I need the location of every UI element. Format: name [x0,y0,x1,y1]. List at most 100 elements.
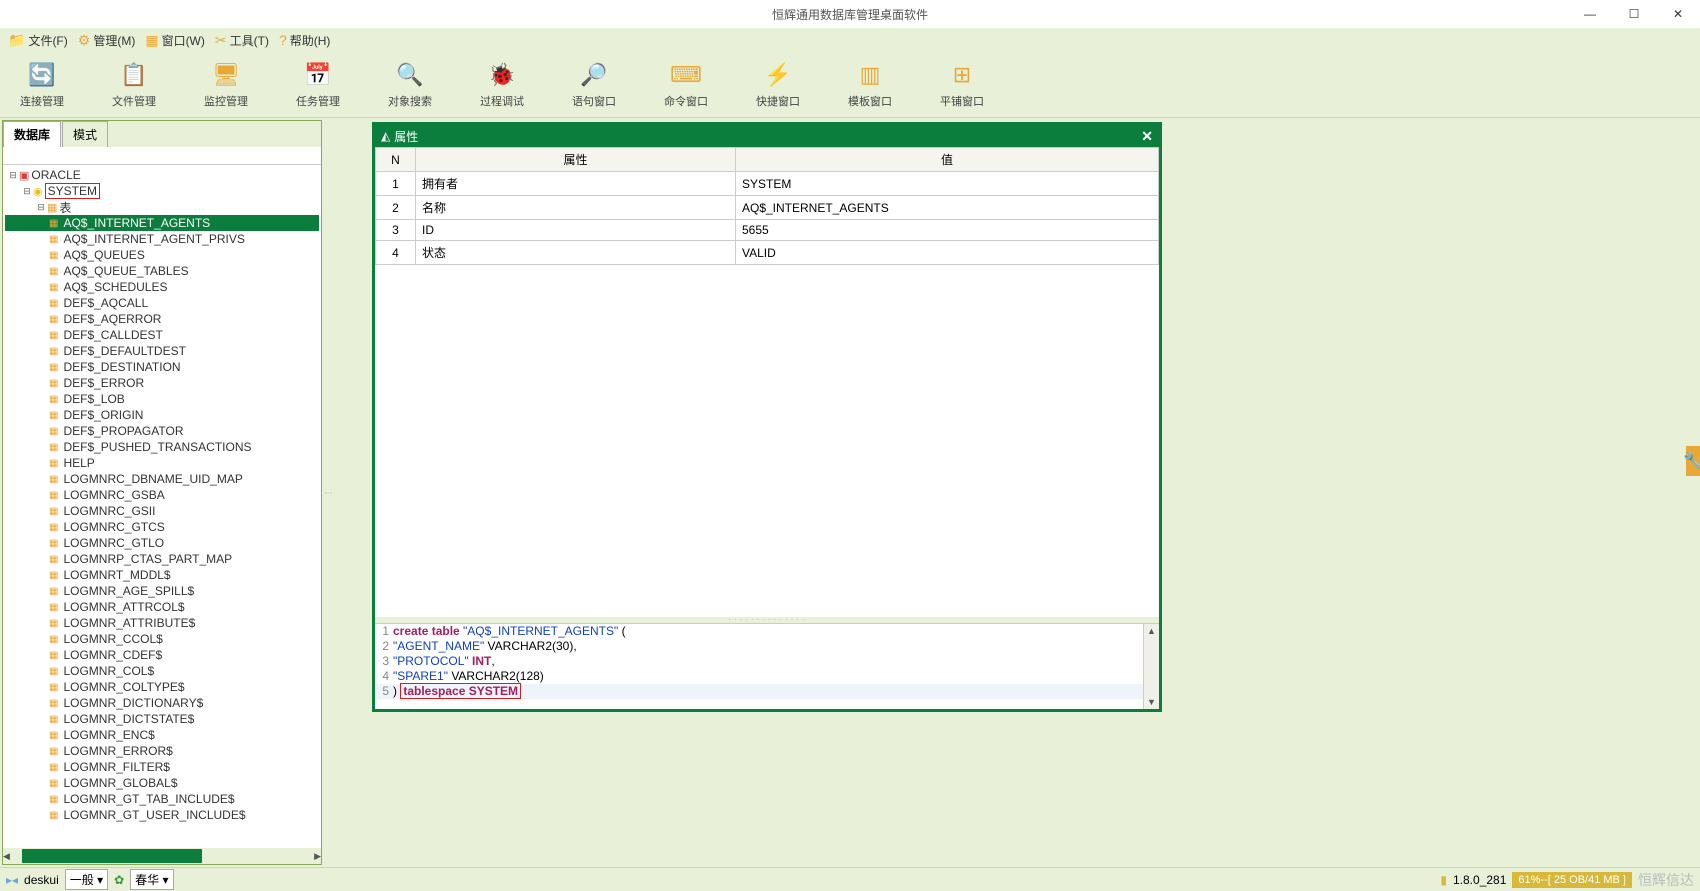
close-button[interactable]: ✕ [1656,0,1700,28]
tree-row[interactable]: ▦AQ$_QUEUES [5,247,319,263]
tool-5[interactable]: 🐞 过程调试 [480,61,524,109]
tool-label: 监控管理 [204,93,248,109]
tree-row[interactable]: ▦DEF$_LOB [5,391,319,407]
menu-3[interactable]: ✂工具(T) [215,32,269,49]
tree-row[interactable]: ▦LOGMNRC_DBNAME_UID_MAP [5,471,319,487]
tree-row[interactable]: ⊟▣ORACLE [5,167,319,183]
tree-row[interactable]: ▦LOGMNRC_GTLO [5,535,319,551]
tree-row[interactable]: ▦LOGMNR_AGE_SPILL$ [5,583,319,599]
maximize-button[interactable]: ☐ [1612,0,1656,28]
tree-row[interactable]: ▦LOGMNR_CDEF$ [5,647,319,663]
tree-row[interactable]: ▦AQ$_SCHEDULES [5,279,319,295]
tree-row[interactable]: ▦LOGMNR_COL$ [5,663,319,679]
sql-preview[interactable]: 1create table "AQ$_INTERNET_AGENTS" ( 2"… [375,623,1159,709]
tool-label: 过程调试 [480,93,524,109]
tree-row[interactable]: ▦DEF$_CALLDEST [5,327,319,343]
tree-horizontal-scrollbar[interactable]: ◀ ▶ [3,848,321,864]
tree-row[interactable]: ▦DEF$_AQCALL [5,295,319,311]
tree-row[interactable]: ▦AQ$_QUEUE_TABLES [5,263,319,279]
tab-schema[interactable]: 模式 [62,121,108,147]
menu-icon: ⚙ [78,32,91,49]
object-tree[interactable]: ⊟▣ORACLE⊟◉ SYSTEM ⊟▦表▦AQ$_INTERNET_AGENT… [3,165,321,848]
tree-row[interactable]: ▦LOGMNRC_GSBA [5,487,319,503]
tree-row[interactable]: ▦LOGMNR_ENC$ [5,727,319,743]
tool-label: 语句窗口 [572,93,616,109]
tree-row[interactable]: ▦LOGMNR_COLTYPE$ [5,679,319,695]
tree-row[interactable]: ▦LOGMNR_GT_TAB_INCLUDE$ [5,791,319,807]
status-memory: 61%--[ 25 OB/41 MB ] [1512,872,1632,888]
col-value[interactable]: 值 [736,148,1159,172]
tool-10[interactable]: ⊞平铺窗口 [940,61,984,109]
tool-label: 对象搜索 [388,93,432,109]
scrollbar-thumb[interactable] [22,849,202,863]
tree-row[interactable]: ▦DEF$_DEFAULTDEST [5,343,319,359]
tool-icon: 🐞 [488,61,515,89]
tree-row[interactable]: ▦HELP [5,455,319,471]
toolbar: 🔄连接管理 📋文件管理 🖥监控管理 📅任务管理 🔍对象搜索 🐞 过程调试 🔎语句窗口 ⌨命令窗口… [0,52,1700,118]
menu-0[interactable]: 📁文件(F) [8,32,68,49]
battery-icon: ▮ [1440,873,1447,887]
tree-row[interactable]: ▦DEF$_ERROR [5,375,319,391]
property-row[interactable]: 3ID5655 [376,220,1159,241]
tree-row[interactable]: ⊟◉ SYSTEM [5,183,319,199]
vertical-splitter[interactable]: ⋮ [324,118,332,867]
menu-1[interactable]: ⚙管理(M) [78,32,136,49]
tree-row[interactable]: ▦DEF$_ORIGIN [5,407,319,423]
tree-row[interactable]: ▦LOGMNR_CCOL$ [5,631,319,647]
properties-grid[interactable]: N 属性 值 1拥有者SYSTEM2名称AQ$_INTERNET_AGENTS3… [375,147,1159,617]
sql-scrollbar[interactable]: ▲▼ [1143,624,1159,709]
status-version: 1.8.0_281 [1453,873,1506,887]
tool-label: 平铺窗口 [940,93,984,109]
tab-database[interactable]: 数据库 [3,121,61,147]
tree-row[interactable]: ▦LOGMNRP_CTAS_PART_MAP [5,551,319,567]
tool-7[interactable]: ⌨命令窗口 [664,61,708,109]
tool-4[interactable]: 🔍对象搜索 [388,61,432,109]
col-n[interactable]: N [376,148,416,172]
tree-row[interactable]: ▦LOGMNR_ATTRCOL$ [5,599,319,615]
properties-title-bar[interactable]: ◭ 属性 ✕ [375,125,1159,147]
tool-6[interactable]: 🔎语句窗口 [572,61,616,109]
menu-2[interactable]: ▦窗口(W) [145,32,205,49]
tree-filter[interactable] [3,147,321,165]
tree-row[interactable]: ▦AQ$_INTERNET_AGENTS [5,215,319,231]
tree-row[interactable]: ▦LOGMNR_DICTIONARY$ [5,695,319,711]
properties-window: ◭ 属性 ✕ N 属性 值 1拥有者SYSTEM2名称AQ$_INTERNET_… [372,122,1162,712]
tool-label: 任务管理 [296,93,340,109]
tree-row[interactable]: ▦LOGMNRC_GSII [5,503,319,519]
menu-icon: ▦ [145,32,158,49]
tree-row[interactable]: ▦AQ$_INTERNET_AGENT_PRIVS [5,231,319,247]
tree-row[interactable]: ⊟▦表 [5,199,319,215]
tree-row[interactable]: ▦LOGMNR_FILTER$ [5,759,319,775]
tool-1[interactable]: 📋文件管理 [112,61,156,109]
tool-icon: ⚡ [764,61,791,89]
tree-row[interactable]: ▦DEF$_AQERROR [5,311,319,327]
tree-row[interactable]: ▦LOGMNR_ATTRIBUTE$ [5,615,319,631]
left-panel: 数据库 模式 ⊟▣ORACLE⊟◉ SYSTEM ⊟▦表▦AQ$_INTERNE… [2,120,322,865]
menu-4[interactable]: ?帮助(H) [279,32,330,49]
status-level-select[interactable]: 一般 ▾ [65,869,108,890]
tree-row[interactable]: ▦LOGMNR_ERROR$ [5,743,319,759]
tool-0[interactable]: 🔄连接管理 [20,61,64,109]
tree-row[interactable]: ▦DEF$_PROPAGATOR [5,423,319,439]
tree-row[interactable]: ▦LOGMNRC_GTCS [5,519,319,535]
tool-8[interactable]: ⚡快捷窗口 [756,61,800,109]
property-row[interactable]: 4状态VALID [376,241,1159,265]
tool-3[interactable]: 📅任务管理 [296,61,340,109]
tool-9[interactable]: ▥模板窗口 [848,61,892,109]
tree-row[interactable]: ▦LOGMNR_DICTSTATE$ [5,711,319,727]
property-row[interactable]: 2名称AQ$_INTERNET_AGENTS [376,196,1159,220]
col-key[interactable]: 属性 [416,148,736,172]
tree-row[interactable]: ▦LOGMNR_GT_USER_INCLUDE$ [5,807,319,823]
tree-row[interactable]: ▦DEF$_PUSHED_TRANSACTIONS [5,439,319,455]
properties-close-button[interactable]: ✕ [1141,128,1153,145]
property-row[interactable]: 1拥有者SYSTEM [376,172,1159,196]
menu-label: 帮助(H) [290,32,331,49]
tree-row[interactable]: ▦DEF$_DESTINATION [5,359,319,375]
side-panel-handle[interactable]: 🔧 [1686,446,1700,476]
minimize-button[interactable]: — [1568,0,1612,28]
status-theme-select[interactable]: 春华 ▾ [130,869,173,890]
tool-2[interactable]: 🖥监控管理 [204,61,248,109]
tool-icon: ⌨ [670,61,702,89]
tree-row[interactable]: ▦LOGMNR_GLOBAL$ [5,775,319,791]
tree-row[interactable]: ▦LOGMNRT_MDDL$ [5,567,319,583]
